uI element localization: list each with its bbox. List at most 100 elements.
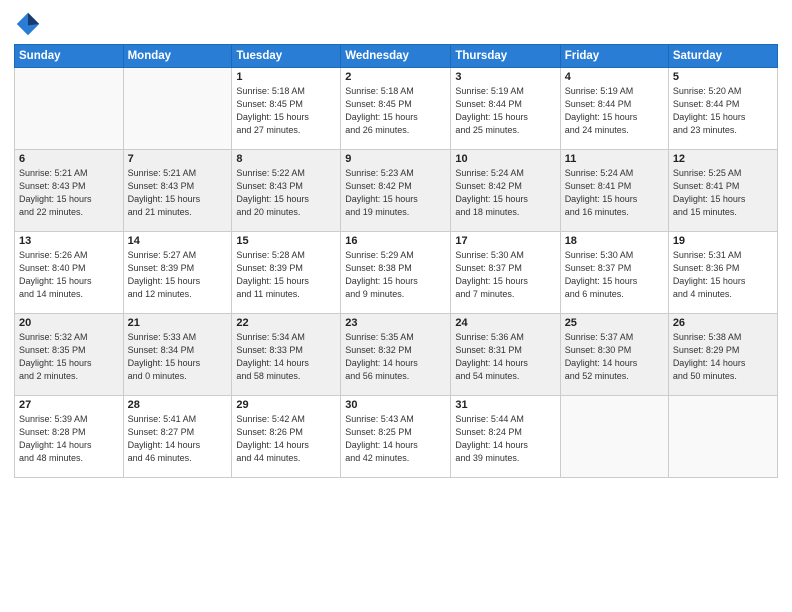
day-cell: 17 Sunrise: 5:30 AM Sunset: 8:37 PM Dayli…: [451, 232, 560, 314]
day-info: Sunrise: 5:41 AM Sunset: 8:27 PM Dayligh…: [128, 413, 228, 465]
day-info: Sunrise: 5:31 AM Sunset: 8:36 PM Dayligh…: [673, 249, 773, 301]
day-cell: 9 Sunrise: 5:23 AM Sunset: 8:42 PM Daylig…: [341, 150, 451, 232]
day-cell: 28 Sunrise: 5:41 AM Sunset: 8:27 PM Dayli…: [123, 396, 232, 478]
day-info: Sunrise: 5:44 AM Sunset: 8:24 PM Dayligh…: [455, 413, 555, 465]
day-number: 19: [673, 235, 773, 247]
day-cell: 20 Sunrise: 5:32 AM Sunset: 8:35 PM Dayli…: [15, 314, 124, 396]
day-number: 10: [455, 153, 555, 165]
day-cell: 11 Sunrise: 5:24 AM Sunset: 8:41 PM Dayli…: [560, 150, 668, 232]
day-info: Sunrise: 5:38 AM Sunset: 8:29 PM Dayligh…: [673, 331, 773, 383]
day-info: Sunrise: 5:23 AM Sunset: 8:42 PM Dayligh…: [345, 167, 446, 219]
day-cell: 10 Sunrise: 5:24 AM Sunset: 8:42 PM Dayli…: [451, 150, 560, 232]
day-info: Sunrise: 5:42 AM Sunset: 8:26 PM Dayligh…: [236, 413, 336, 465]
day-number: 13: [19, 235, 119, 247]
day-info: Sunrise: 5:35 AM Sunset: 8:32 PM Dayligh…: [345, 331, 446, 383]
day-cell: 5 Sunrise: 5:20 AM Sunset: 8:44 PM Daylig…: [668, 68, 777, 150]
day-info: Sunrise: 5:19 AM Sunset: 8:44 PM Dayligh…: [565, 85, 664, 137]
day-number: 23: [345, 317, 446, 329]
day-cell: 19 Sunrise: 5:31 AM Sunset: 8:36 PM Dayli…: [668, 232, 777, 314]
day-number: 7: [128, 153, 228, 165]
day-cell: 18 Sunrise: 5:30 AM Sunset: 8:37 PM Dayli…: [560, 232, 668, 314]
weekday-thursday: Thursday: [451, 45, 560, 68]
day-cell: 14Sunrise: 5:27 AM Sunset: 8:39 PM Dayli…: [123, 232, 232, 314]
day-number: 9: [345, 153, 446, 165]
day-number: 22: [236, 317, 336, 329]
day-info: Sunrise: 5:37 AM Sunset: 8:30 PM Dayligh…: [565, 331, 664, 383]
day-cell: 27 Sunrise: 5:39 AM Sunset: 8:28 PM Dayli…: [15, 396, 124, 478]
day-info: Sunrise: 5:22 AM Sunset: 8:43 PM Dayligh…: [236, 167, 336, 219]
weekday-tuesday: Tuesday: [232, 45, 341, 68]
day-cell: 30 Sunrise: 5:43 AM Sunset: 8:25 PM Dayli…: [341, 396, 451, 478]
day-info: Sunrise: 5:36 AM Sunset: 8:31 PM Dayligh…: [455, 331, 555, 383]
weekday-header-row: SundayMondayTuesdayWednesdayThursdayFrid…: [15, 45, 778, 68]
day-info: Sunrise: 5:24 AM Sunset: 8:41 PM Dayligh…: [565, 167, 664, 219]
day-number: 21: [128, 317, 228, 329]
day-number: 3: [455, 71, 555, 83]
day-number: 29: [236, 399, 336, 411]
day-number: 12: [673, 153, 773, 165]
day-number: 24: [455, 317, 555, 329]
calendar: SundayMondayTuesdayWednesdayThursdayFrid…: [14, 44, 778, 478]
day-cell: 25Sunrise: 5:37 AM Sunset: 8:30 PM Dayli…: [560, 314, 668, 396]
day-number: 14: [128, 235, 228, 247]
day-cell: 8 Sunrise: 5:22 AM Sunset: 8:43 PM Daylig…: [232, 150, 341, 232]
week-row-4: 20 Sunrise: 5:32 AM Sunset: 8:35 PM Dayli…: [15, 314, 778, 396]
day-cell: 15 Sunrise: 5:28 AM Sunset: 8:39 PM Dayli…: [232, 232, 341, 314]
week-row-1: 1 Sunrise: 5:18 AM Sunset: 8:45 PM Daylig…: [15, 68, 778, 150]
day-info: Sunrise: 5:25 AM Sunset: 8:41 PM Dayligh…: [673, 167, 773, 219]
day-number: 27: [19, 399, 119, 411]
day-info: Sunrise: 5:30 AM Sunset: 8:37 PM Dayligh…: [455, 249, 555, 301]
week-row-2: 6 Sunrise: 5:21 AM Sunset: 8:43 PM Daylig…: [15, 150, 778, 232]
day-number: 1: [236, 71, 336, 83]
day-info: Sunrise: 5:18 AM Sunset: 8:45 PM Dayligh…: [236, 85, 336, 137]
weekday-monday: Monday: [123, 45, 232, 68]
day-info: Sunrise: 5:20 AM Sunset: 8:44 PM Dayligh…: [673, 85, 773, 137]
day-number: 17: [455, 235, 555, 247]
day-info: Sunrise: 5:21 AM Sunset: 8:43 PM Dayligh…: [19, 167, 119, 219]
day-number: 11: [565, 153, 664, 165]
day-cell: 29 Sunrise: 5:42 AM Sunset: 8:26 PM Dayli…: [232, 396, 341, 478]
day-number: 18: [565, 235, 664, 247]
day-info: Sunrise: 5:34 AM Sunset: 8:33 PM Dayligh…: [236, 331, 336, 383]
day-cell: 13 Sunrise: 5:26 AM Sunset: 8:40 PM Dayli…: [15, 232, 124, 314]
day-info: Sunrise: 5:43 AM Sunset: 8:25 PM Dayligh…: [345, 413, 446, 465]
day-info: Sunrise: 5:32 AM Sunset: 8:35 PM Dayligh…: [19, 331, 119, 383]
day-number: 26: [673, 317, 773, 329]
day-info: Sunrise: 5:28 AM Sunset: 8:39 PM Dayligh…: [236, 249, 336, 301]
page: SundayMondayTuesdayWednesdayThursdayFrid…: [0, 0, 792, 612]
day-cell: 26 Sunrise: 5:38 AM Sunset: 8:29 PM Dayli…: [668, 314, 777, 396]
header: [14, 10, 778, 38]
day-number: 15: [236, 235, 336, 247]
day-cell: 22 Sunrise: 5:34 AM Sunset: 8:33 PM Dayli…: [232, 314, 341, 396]
day-number: 16: [345, 235, 446, 247]
day-number: 6: [19, 153, 119, 165]
week-row-3: 13 Sunrise: 5:26 AM Sunset: 8:40 PM Dayli…: [15, 232, 778, 314]
day-info: Sunrise: 5:21 AM Sunset: 8:43 PM Dayligh…: [128, 167, 228, 219]
weekday-sunday: Sunday: [15, 45, 124, 68]
day-info: Sunrise: 5:26 AM Sunset: 8:40 PM Dayligh…: [19, 249, 119, 301]
day-cell: 2 Sunrise: 5:18 AM Sunset: 8:45 PM Daylig…: [341, 68, 451, 150]
day-info: Sunrise: 5:39 AM Sunset: 8:28 PM Dayligh…: [19, 413, 119, 465]
day-info: Sunrise: 5:18 AM Sunset: 8:45 PM Dayligh…: [345, 85, 446, 137]
day-number: 8: [236, 153, 336, 165]
day-cell: 6 Sunrise: 5:21 AM Sunset: 8:43 PM Daylig…: [15, 150, 124, 232]
day-info: Sunrise: 5:29 AM Sunset: 8:38 PM Dayligh…: [345, 249, 446, 301]
day-number: 20: [19, 317, 119, 329]
day-number: 28: [128, 399, 228, 411]
day-cell: [668, 396, 777, 478]
day-number: 2: [345, 71, 446, 83]
day-cell: [15, 68, 124, 150]
weekday-saturday: Saturday: [668, 45, 777, 68]
day-info: Sunrise: 5:24 AM Sunset: 8:42 PM Dayligh…: [455, 167, 555, 219]
day-number: 5: [673, 71, 773, 83]
day-info: Sunrise: 5:33 AM Sunset: 8:34 PM Dayligh…: [128, 331, 228, 383]
day-cell: 12 Sunrise: 5:25 AM Sunset: 8:41 PM Dayli…: [668, 150, 777, 232]
day-cell: 4Sunrise: 5:19 AM Sunset: 8:44 PM Daylig…: [560, 68, 668, 150]
weekday-friday: Friday: [560, 45, 668, 68]
day-info: Sunrise: 5:30 AM Sunset: 8:37 PM Dayligh…: [565, 249, 664, 301]
week-row-5: 27 Sunrise: 5:39 AM Sunset: 8:28 PM Dayli…: [15, 396, 778, 478]
day-number: 30: [345, 399, 446, 411]
day-cell: 16 Sunrise: 5:29 AM Sunset: 8:38 PM Dayli…: [341, 232, 451, 314]
logo: [14, 10, 46, 38]
day-cell: 24 Sunrise: 5:36 AM Sunset: 8:31 PM Dayli…: [451, 314, 560, 396]
